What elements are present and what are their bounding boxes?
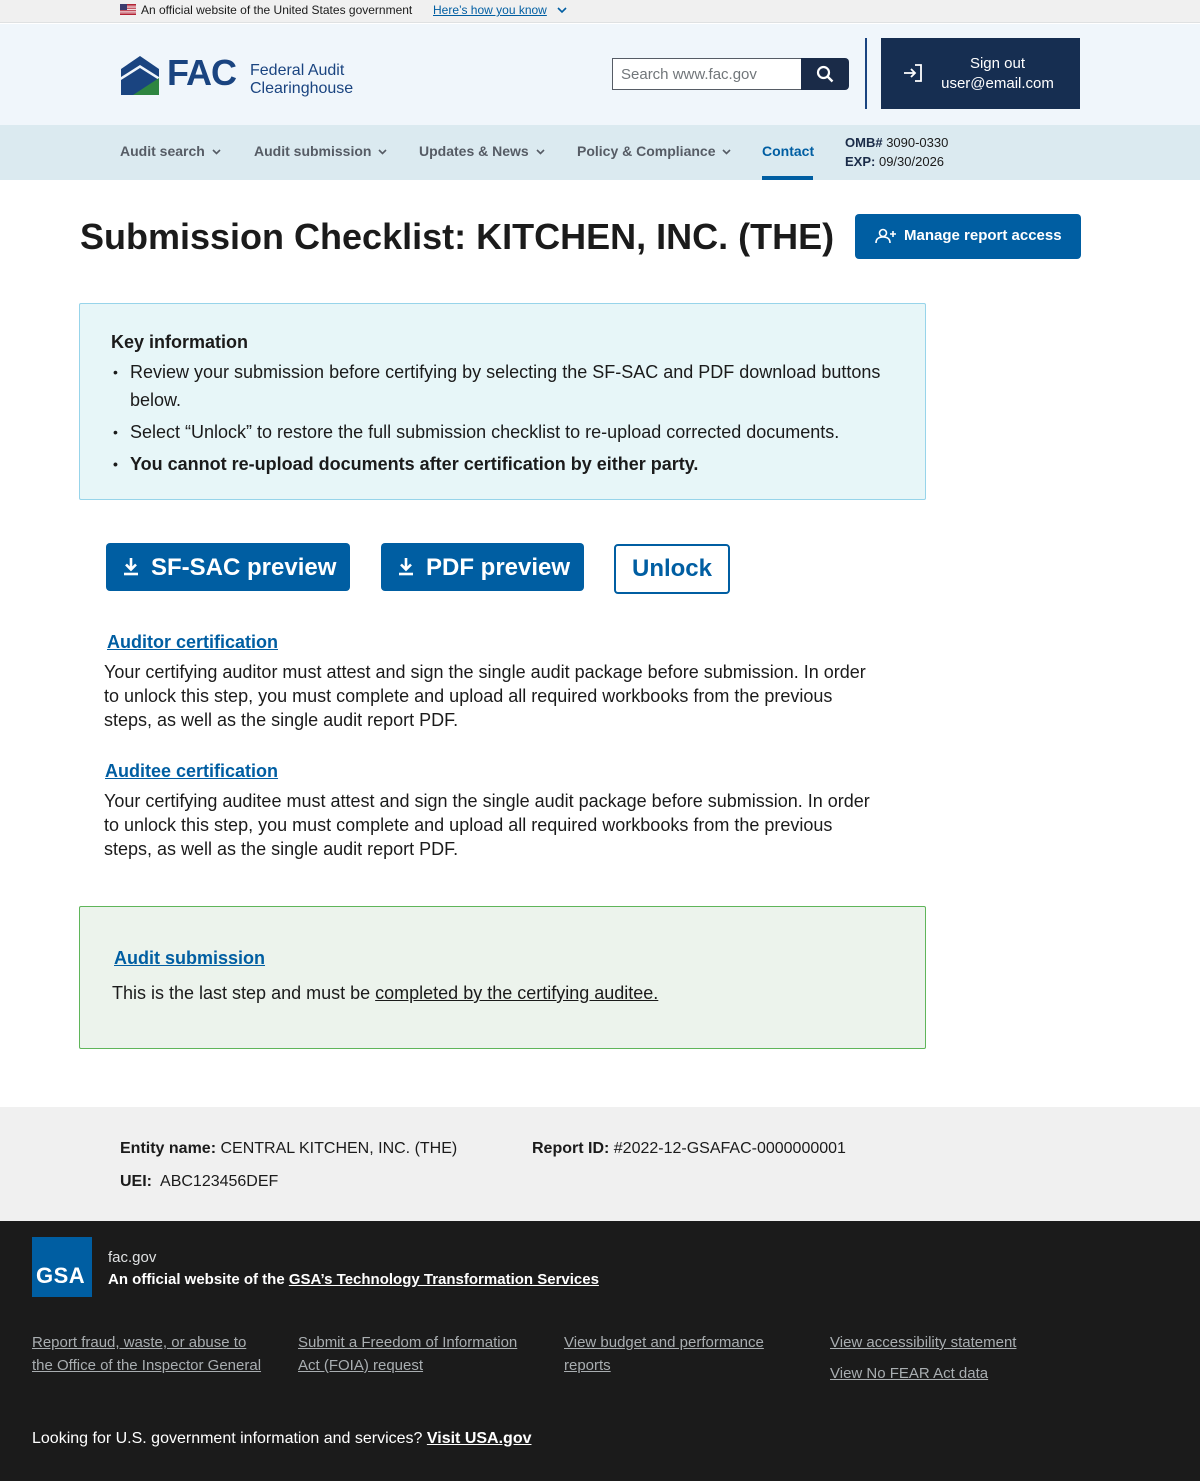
nav-audit-search[interactable]: Audit search (120, 143, 221, 159)
list-item: Review your submission before certifying… (111, 358, 901, 414)
header-divider (865, 38, 867, 109)
usa-gov-prefix: Looking for U.S. government information … (32, 1430, 423, 1447)
uei: UEI: ABC123456DEF (120, 1173, 278, 1191)
auditee-certification-text: Your certifying auditee must attest and … (104, 791, 870, 859)
unlock-button[interactable]: Unlock (614, 544, 730, 594)
footer-link-oig[interactable]: Report fraud, waste, or abuse to the Off… (32, 1331, 262, 1377)
sf-sac-preview-label: SF-SAC preview (151, 554, 337, 581)
omb-label: OMB# (845, 135, 883, 150)
auditor-certification-link[interactable]: Auditor certification (107, 632, 278, 653)
pdf-preview-button[interactable]: PDF preview (381, 543, 584, 591)
list-item: You cannot re-upload documents after cer… (111, 450, 901, 478)
audit-submission-text: This is the last step and must be comple… (112, 983, 658, 1004)
usa-gov-text: Looking for U.S. government information … (32, 1430, 532, 1448)
search-input[interactable] (612, 58, 801, 90)
gov-banner-text: An official website of the United States… (141, 3, 413, 17)
chevron-down-icon (378, 149, 388, 155)
search-button[interactable] (801, 58, 849, 90)
entity-name: Entity name: CENTRAL KITCHEN, INC. (THE) (120, 1140, 457, 1158)
logo-wordmark: FAC (167, 52, 237, 93)
user-email: user@email.com (941, 75, 1054, 92)
exp-date: 09/30/2026 (878, 154, 945, 169)
pdf-preview-label: PDF preview (426, 554, 571, 581)
site-header: FAC Federal Audit Clearinghouse Sign out… (0, 24, 1200, 125)
key-information-list: Review your submission before certifying… (111, 358, 901, 482)
audit-submission-link[interactable]: Audit submission (114, 948, 265, 969)
report-id: Report ID: #2022-12-GSAFAC-0000000001 (532, 1140, 846, 1158)
search-icon (816, 65, 834, 83)
chevron-down-icon[interactable] (557, 5, 567, 15)
uei-label: UEI: (120, 1173, 152, 1190)
fac-logo[interactable]: FAC Federal Audit Clearinghouse (119, 52, 369, 99)
sign-out-label: Sign out (969, 55, 1026, 72)
sign-out-button[interactable]: Sign out user@email.com (881, 38, 1080, 109)
audit-submission-alert: Audit submission This is the last step a… (79, 906, 926, 1049)
download-icon (124, 558, 138, 576)
auditor-certification-text: Your certifying auditor must attest and … (104, 662, 866, 730)
chevron-down-icon (212, 149, 221, 155)
nav-active-indicator (762, 176, 813, 180)
footer-official-text: An official website of the GSA’s Technol… (108, 1271, 599, 1288)
entity-name-value: CENTRAL KITCHEN, INC. (THE) (220, 1140, 458, 1157)
manage-report-access-button[interactable]: Manage report access (855, 214, 1081, 259)
logo-subtitle: Federal Audit Clearinghouse (250, 62, 354, 97)
page-title: Submission Checklist: KITCHEN, INC. (THE… (80, 216, 835, 257)
manage-report-access-label: Manage report access (904, 227, 1062, 244)
gov-banner: An official website of the United States… (0, 0, 1200, 23)
add-user-icon (875, 228, 896, 244)
list-item: Select “Unlock” to restore the full subm… (111, 418, 901, 446)
report-id-value: #2022-12-GSAFAC-0000000001 (613, 1140, 846, 1157)
audit-submission-text-prefix: This is the last step and must be (112, 983, 376, 1003)
report-id-label: Report ID: (532, 1140, 610, 1157)
uei-value: ABC123456DEF (160, 1173, 279, 1190)
nav-item-label: Updates & News (419, 143, 529, 159)
how-you-know-link[interactable]: Here’s how you know (433, 3, 547, 17)
footer-official-prefix: An official website of the (108, 1271, 289, 1288)
chevron-down-icon (722, 149, 732, 155)
nav-contact[interactable]: Contact (762, 143, 814, 159)
nav-item-label: Contact (762, 143, 815, 159)
footer-link-no-fear[interactable]: View No FEAR Act data (830, 1362, 1060, 1385)
sf-sac-preview-button[interactable]: SF-SAC preview (106, 543, 350, 591)
nav-audit-submission[interactable]: Audit submission (254, 143, 388, 159)
nav-policy-compliance[interactable]: Policy & Compliance (577, 143, 732, 159)
omb-info: OMB# 3090-0330 EXP: 09/30/2026 (845, 133, 948, 171)
footer-link-accessibility[interactable]: View accessibility statement (830, 1331, 1060, 1354)
site-footer: GSA fac.gov An official website of the G… (0, 1221, 1200, 1481)
entity-info-bar: Entity name: CENTRAL KITCHEN, INC. (THE)… (0, 1107, 1200, 1221)
nav-updates-news[interactable]: Updates & News (419, 143, 545, 159)
key-information-title: Key information (111, 332, 249, 352)
footer-domain: fac.gov (108, 1249, 157, 1266)
usa-gov-link[interactable]: Visit USA.gov (427, 1430, 532, 1447)
tts-link[interactable]: GSA’s Technology Transformation Services (289, 1271, 599, 1288)
footer-link-foia[interactable]: Submit a Freedom of Information Act (FOI… (298, 1331, 528, 1377)
entity-name-label: Entity name: (120, 1140, 217, 1157)
fac-house-logo-icon (121, 56, 159, 95)
site-search (612, 58, 849, 90)
auditee-certification-link[interactable]: Auditee certification (105, 761, 278, 782)
sign-in-arrow-icon (904, 64, 922, 82)
gsa-logo-text: GSA (36, 1263, 86, 1288)
nav-item-label: Policy & Compliance (577, 143, 716, 159)
nav-item-label: Audit search (120, 143, 205, 159)
main-nav: Audit search Audit submission Updates & … (0, 125, 1200, 180)
footer-link-budget[interactable]: View budget and performance reports (564, 1331, 794, 1377)
key-information-alert: Key information Review your submission b… (79, 303, 926, 500)
gsa-logo[interactable]: GSA (32, 1237, 92, 1297)
us-flag-icon (120, 4, 136, 15)
omb-number: 3090-0330 (886, 135, 949, 150)
download-icon (399, 558, 413, 576)
exp-label: EXP: (845, 154, 876, 169)
chevron-down-icon (536, 149, 545, 155)
nav-item-label: Audit submission (254, 143, 372, 159)
certifying-auditee-link[interactable]: completed by the certifying auditee. (375, 983, 658, 1003)
